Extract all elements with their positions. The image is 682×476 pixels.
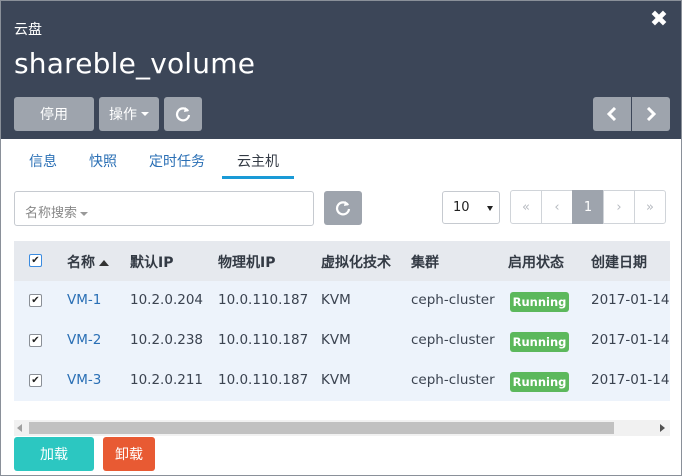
previous-item-button[interactable] [593,97,631,131]
chevron-right-icon [646,107,657,121]
active-tab-indicator [222,176,294,179]
page-size-select[interactable]: 10 [442,191,500,224]
column-default-ip[interactable]: 默认IP [130,252,173,272]
close-icon[interactable]: ✖ [649,9,669,31]
select-all-checkbox[interactable]: ✔ [29,254,42,267]
refresh-button[interactable] [164,97,202,131]
first-page-button[interactable]: « [510,190,542,224]
refresh-list-button[interactable] [324,191,362,225]
vm-name-link[interactable]: VM-3 [67,372,101,388]
disable-button[interactable]: 停用 [14,97,94,131]
host-ip: 10.0.110.187 [218,372,309,388]
tab-info[interactable]: 信息 [29,151,57,171]
created-date: 2017-01-14 [591,372,670,388]
vm-name-link[interactable]: VM-2 [67,332,101,348]
default-ip: 10.2.0.238 [130,332,203,348]
row-checkbox[interactable]: ✔ [29,334,42,347]
panel-header: 云盘 shareble_volume ✖ 停用 操作 [1,1,681,139]
scroll-right-icon[interactable] [660,424,665,432]
virtualization: KVM [321,332,351,348]
host-ip: 10.0.110.187 [218,332,309,348]
page-title: shareble_volume [14,47,256,80]
column-name[interactable]: 名称 [67,252,109,272]
row-checkbox[interactable]: ✔ [29,294,42,307]
vm-name-link[interactable]: VM-1 [67,292,101,308]
status-badge: Running [510,372,569,392]
next-page-button[interactable]: › [603,190,635,224]
default-ip: 10.2.0.211 [130,372,203,388]
horizontal-scrollbar[interactable] [14,420,670,436]
cluster: ceph-cluster [411,372,495,388]
caret-down-icon [141,112,149,116]
table-row[interactable]: ✔ VM-1 10.2.0.204 10.0.110.187 KVM ceph-… [14,281,670,321]
row-checkbox[interactable]: ✔ [29,374,42,387]
last-page-button[interactable]: » [634,190,666,224]
detail-tabs: 信息 快照 定时任务 云主机 [14,139,670,181]
refresh-icon [175,107,191,122]
caret-down-icon [487,206,493,211]
column-host-ip[interactable]: 物理机IP [218,252,275,272]
tab-snapshots[interactable]: 快照 [89,151,117,171]
status-badge: Running [510,332,569,352]
tab-scheduled-tasks[interactable]: 定时任务 [149,151,205,171]
column-status[interactable]: 启用状态 [508,252,564,272]
column-virtualization[interactable]: 虚拟化技术 [321,252,391,272]
column-cluster[interactable]: 集群 [411,252,439,272]
panel-label: 云盘 [14,22,42,38]
volume-detail-panel: 云盘 shareble_volume ✖ 停用 操作 信息 快照 定时任务 云主… [0,0,682,476]
sort-asc-icon [99,260,109,266]
default-ip: 10.2.0.204 [130,292,203,308]
table-row[interactable]: ✔ VM-2 10.2.0.238 10.0.110.187 KVM ceph-… [14,321,670,361]
created-date: 2017-01-14 [591,292,670,308]
page-size-value: 10 [453,200,470,215]
cluster: ceph-cluster [411,332,495,348]
vm-table: ✔ 名称 默认IP 物理机IP 虚拟化技术 集群 启用状态 创建日期 ✔ VM-… [14,241,670,401]
scroll-left-icon[interactable] [17,424,22,432]
created-date: 2017-01-14 [591,332,670,348]
search-placeholder: 名称搜索 [25,202,89,221]
next-item-button[interactable] [632,97,670,131]
actions-label: 操作 [109,107,137,123]
virtualization: KVM [321,372,351,388]
table-header: ✔ 名称 默认IP 物理机IP 虚拟化技术 集群 启用状态 创建日期 [14,241,670,281]
column-created-date[interactable]: 创建日期 [591,252,647,272]
pagination: « ‹ 1 › » [510,190,666,224]
tab-vm-instances[interactable]: 云主机 [237,151,279,171]
mount-button[interactable]: 加载 [14,437,94,471]
scrollbar-thumb[interactable] [29,422,614,434]
virtualization: KVM [321,292,351,308]
prev-page-button[interactable]: ‹ [541,190,573,224]
cluster: ceph-cluster [411,292,495,308]
page-1-button[interactable]: 1 [572,190,604,224]
search-input[interactable]: 名称搜索 [14,191,314,226]
host-ip: 10.0.110.187 [218,292,309,308]
table-row[interactable]: ✔ VM-3 10.2.0.211 10.0.110.187 KVM ceph-… [14,361,670,401]
actions-dropdown-button[interactable]: 操作 [99,97,159,131]
caret-down-icon [80,211,89,216]
refresh-icon [335,201,351,216]
status-badge: Running [510,292,569,312]
chevron-left-icon [606,107,617,121]
unmount-button[interactable]: 卸载 [103,437,155,471]
